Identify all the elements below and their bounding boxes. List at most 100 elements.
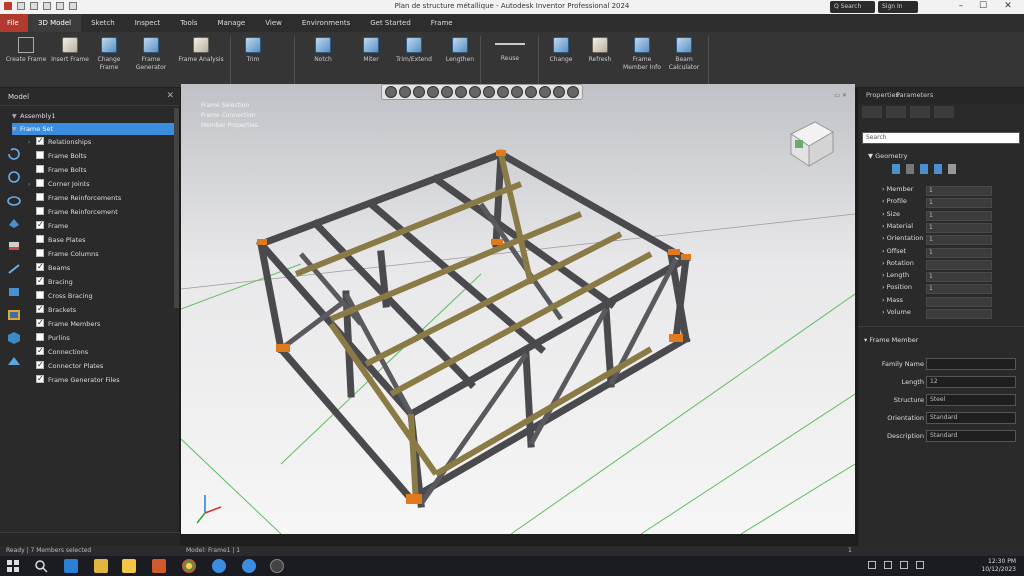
zoom-all-icon[interactable] <box>455 86 467 98</box>
chevron-down-icon[interactable]: ▼ <box>12 124 20 136</box>
property-value-field[interactable]: 1 <box>926 210 992 221</box>
property-input[interactable]: Steel <box>926 394 1016 406</box>
property-value-field[interactable] <box>926 259 992 270</box>
frame-analysis-button[interactable]: Frame Analysis <box>176 35 226 85</box>
visibility-checkbox[interactable] <box>36 275 44 287</box>
paint-tool-icon[interactable] <box>5 237 23 255</box>
visibility-checkbox[interactable] <box>36 207 44 215</box>
properties-search-input[interactable]: Search <box>862 132 1020 144</box>
menu-tools[interactable]: Tools <box>170 14 207 32</box>
section-view-icon[interactable] <box>525 86 537 98</box>
shadows-icon[interactable] <box>511 86 523 98</box>
menu-inspect[interactable]: Inspect <box>125 14 171 32</box>
sort-icon[interactable] <box>886 106 906 118</box>
section-geometry-header[interactable]: ▼ Geometry <box>868 152 908 160</box>
pencil-icon[interactable] <box>906 164 914 174</box>
windows-start-icon[interactable] <box>6 559 20 573</box>
property-value-field[interactable]: 1 <box>926 284 992 295</box>
inventor-app-icon[interactable] <box>270 559 284 573</box>
app-icon[interactable] <box>152 559 166 573</box>
property-value-field[interactable]: 1 <box>926 247 992 258</box>
home-view-icon[interactable] <box>385 86 397 98</box>
property-value-field[interactable] <box>926 296 992 307</box>
visibility-checkbox[interactable] <box>36 193 44 201</box>
property-value-field[interactable]: 1 <box>926 272 992 283</box>
visibility-checkbox[interactable] <box>36 165 44 173</box>
sign-in-button[interactable]: Sign In <box>878 1 918 13</box>
chrome-icon[interactable] <box>182 559 196 573</box>
tree-item[interactable]: Frame Bolts <box>28 150 174 162</box>
menu-3d-model[interactable]: 3D Model <box>28 14 82 32</box>
property-value-field[interactable]: 1 <box>926 222 992 233</box>
tree-item[interactable]: Bracing <box>28 275 174 288</box>
zoom-window-icon[interactable] <box>469 86 481 98</box>
close-button[interactable]: ✕ <box>997 1 1019 11</box>
visibility-checkbox[interactable] <box>36 333 44 341</box>
display-style-icon[interactable] <box>497 86 509 98</box>
free-orbit-icon[interactable] <box>483 86 495 98</box>
visibility-checkbox[interactable] <box>36 219 44 231</box>
render-tool-icon[interactable] <box>5 352 23 370</box>
change-frame-button[interactable]: Change Frame <box>90 35 128 85</box>
visibility-checkbox[interactable] <box>36 249 44 257</box>
network-icon[interactable] <box>884 561 892 569</box>
pan-icon[interactable] <box>399 86 411 98</box>
trim-extend-button[interactable]: Trim/Extend <box>394 35 434 85</box>
visibility-checkbox[interactable] <box>36 303 44 315</box>
clock[interactable]: 12:30 PM 10/12/2023 <box>981 558 1016 574</box>
3d-viewport[interactable]: Frame Selection Frame Connection Member … <box>181 84 855 534</box>
camera-icon[interactable] <box>553 86 565 98</box>
change-button[interactable]: Change <box>542 35 580 85</box>
folder-icon[interactable] <box>94 559 108 573</box>
menu-frame[interactable]: Frame <box>421 14 463 32</box>
tree-item-selected[interactable]: ▼ Frame Set <box>12 123 174 135</box>
view-cube[interactable] <box>785 116 837 168</box>
scrollbar[interactable] <box>174 108 179 308</box>
chevron-right-icon[interactable]: › <box>28 137 36 149</box>
orbit-icon[interactable] <box>427 86 439 98</box>
visibility-checkbox[interactable] <box>36 151 44 159</box>
tree-item[interactable]: Beams <box>28 261 174 274</box>
notch-button[interactable]: Notch <box>304 35 342 85</box>
visibility-checkbox[interactable] <box>36 235 44 243</box>
menu-environments[interactable]: Environments <box>292 14 360 32</box>
box-icon[interactable] <box>948 164 956 174</box>
tree-item[interactable]: › Relationships <box>28 135 174 149</box>
orbit-tool-icon[interactable] <box>5 168 23 186</box>
cube-tool-icon[interactable] <box>5 329 23 347</box>
filter-icon[interactable] <box>862 106 882 118</box>
frame-generator-button[interactable]: Frame Generator <box>128 35 174 85</box>
property-value-field[interactable]: 1 <box>926 186 992 196</box>
search-box[interactable]: Q Search <box>830 1 875 13</box>
explorer-icon[interactable] <box>122 559 136 573</box>
tree-item[interactable]: Frame Reinforcement <box>28 206 174 218</box>
visibility-checkbox[interactable] <box>36 291 44 299</box>
minimize-button[interactable]: – <box>950 1 972 11</box>
tree-item[interactable]: Frame Reinforcements <box>28 192 174 204</box>
shape-tool-icon[interactable] <box>5 214 23 232</box>
pin-icon[interactable] <box>920 164 928 174</box>
lengthen-button[interactable]: Lengthen <box>440 35 480 85</box>
zoom-icon[interactable] <box>413 86 425 98</box>
tree-item[interactable]: Purlins <box>28 332 174 344</box>
property-input[interactable]: Standard <box>926 412 1016 424</box>
settings-icon[interactable] <box>567 86 579 98</box>
select-icon[interactable] <box>892 164 900 174</box>
menu-sketch[interactable]: Sketch <box>81 14 125 32</box>
measure-tool-icon[interactable] <box>5 260 23 278</box>
menu-get-started[interactable]: Get Started <box>360 14 421 32</box>
visibility-checkbox[interactable] <box>36 135 44 147</box>
maximize-button[interactable]: ☐ <box>972 1 994 11</box>
tree-item[interactable]: Connector Plates <box>28 359 174 372</box>
image-tool-icon[interactable] <box>5 306 23 324</box>
trim-button[interactable]: Trim <box>236 35 270 85</box>
beam-calculator-button[interactable]: Beam Calculator <box>664 35 704 85</box>
menu-manage[interactable]: Manage <box>207 14 255 32</box>
tree-item[interactable]: Brackets <box>28 303 174 316</box>
search-icon[interactable] <box>34 559 48 573</box>
settings-icon[interactable] <box>910 106 930 118</box>
loop-tool-icon[interactable] <box>5 191 23 209</box>
visibility-checkbox[interactable] <box>36 317 44 329</box>
tree-item[interactable]: Frame Members <box>28 317 174 330</box>
tree-item[interactable]: Frame <box>28 219 174 232</box>
